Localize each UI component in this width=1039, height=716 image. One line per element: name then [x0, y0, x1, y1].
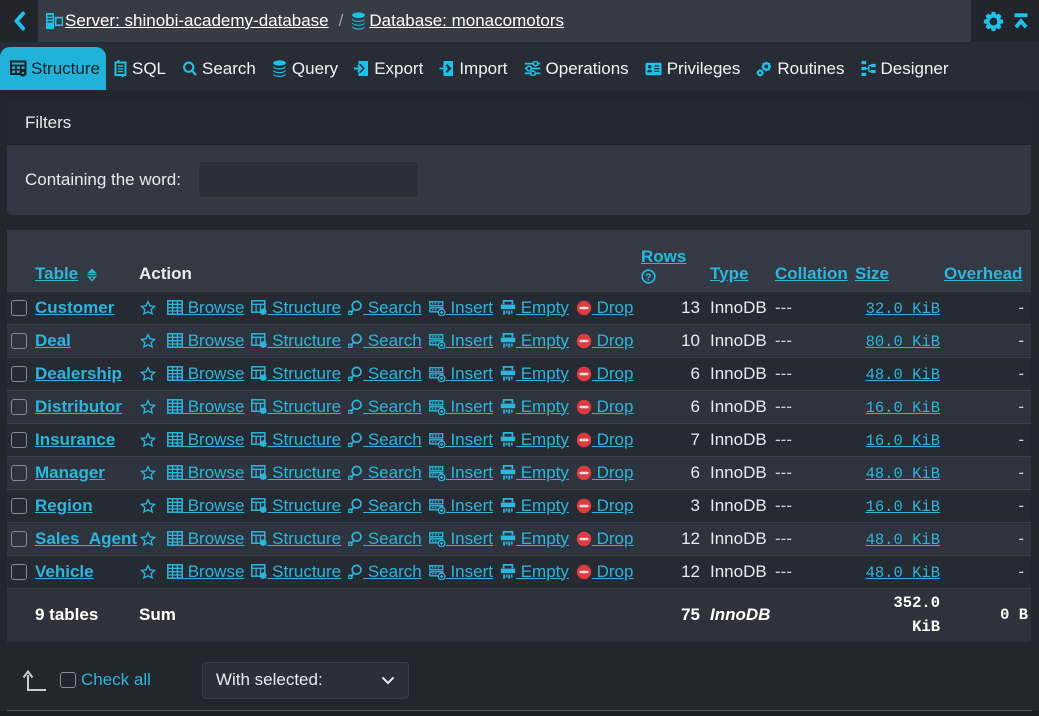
svg-text:?: ?	[645, 271, 651, 283]
